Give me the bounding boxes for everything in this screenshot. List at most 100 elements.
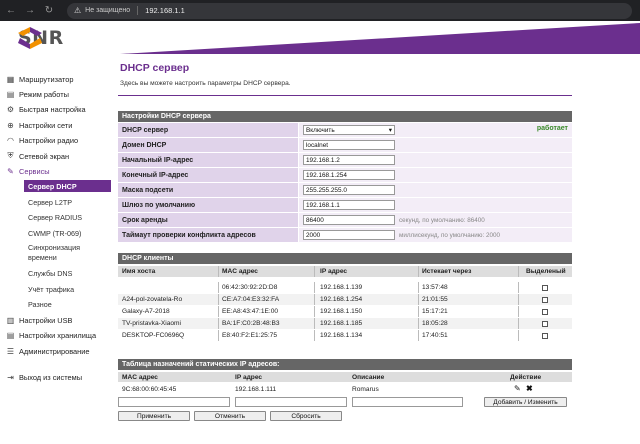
end-ip-input[interactable]: 192.168.1.254 (303, 170, 395, 180)
static-mac-input[interactable] (118, 397, 230, 407)
mac-cell: BA:1F:C0:2B:48:B3 (222, 320, 280, 327)
page-title: DHCP сервер (120, 62, 190, 74)
back-icon[interactable]: ← (6, 5, 16, 16)
dhcp-server-row: DHCP сервер Включить ▾ работает (118, 123, 572, 137)
sidebar-sub-radius[interactable]: Сервер RADIUS (24, 211, 111, 223)
ip-cell: 192.168.1.185 (320, 320, 363, 327)
delete-icon[interactable]: ✖ (526, 384, 533, 393)
ip-cell: 192.168.1.134 (320, 332, 363, 339)
sidebar-sub-l2tp[interactable]: Сервер L2TP (24, 196, 111, 208)
sidebar-sub-dns[interactable]: Службы DNS (24, 267, 111, 279)
sidebar-item-mode[interactable]: ▤ Режим работы (0, 87, 111, 101)
mask-row: Маска подсети 255.255.255.0 (118, 183, 572, 197)
sidebar-item-admin[interactable]: ☰ Администрирование (0, 344, 111, 358)
reset-button[interactable]: Сбросить (270, 411, 342, 421)
reserve-checkbox[interactable] (542, 296, 548, 303)
clients-header: DHCP клиенты (118, 253, 572, 264)
warning-icon[interactable]: ⚠ (74, 6, 81, 15)
sidebar-item-network[interactable]: ⊕ Настройки сети (0, 118, 111, 132)
forward-icon[interactable]: → (25, 5, 35, 16)
lease-input[interactable]: 86400 (303, 215, 395, 225)
mac-cell: 06:42:30:92:2D:D8 (222, 284, 278, 291)
column-header: MAC адрес (122, 373, 158, 381)
wifi-icon: ◠ (7, 135, 14, 145)
sidebar-sub-time-sync-2[interactable]: времени (24, 252, 111, 263)
sidebar-item-quick-setup[interactable]: ⚙ Быстрая настройка (0, 102, 111, 116)
reserve-checkbox[interactable] (542, 308, 548, 315)
sidebar-item-services[interactable]: ✎ Сервисы (0, 164, 111, 178)
header-purple-band (120, 23, 640, 54)
static-ip-input[interactable] (235, 397, 347, 407)
cancel-button[interactable]: Отменить (194, 411, 266, 421)
sidebar-sub-traffic[interactable]: Учёт трафика (24, 283, 111, 295)
sidebar-item-label: Режим работы (19, 89, 69, 99)
sidebar-sub-cwmp[interactable]: CWMP (TR-069) (24, 227, 111, 239)
sidebar-item-label: Настройки сети (19, 120, 73, 130)
mac-cell: E8:40:F2:E1:25:75 (222, 332, 277, 339)
sidebar-item-storage[interactable]: ▤ Настройки хранилища (0, 328, 111, 342)
static-row: 9C:68:00:60:45:45 192.168.1.111 Romarus … (118, 384, 572, 394)
sidebar-item-router[interactable]: ▦ Маршрутизатор (0, 72, 111, 86)
hostname-cell: A24-pol-zovatela-Ro (122, 296, 183, 303)
dhcp-server-select-value: Включить (306, 126, 335, 134)
expires-cell: 21:01:55 (422, 296, 448, 303)
main-content: DHCP сервер Здесь вы можете настроить па… (112, 54, 640, 444)
reserve-checkbox[interactable] (542, 320, 548, 327)
dhcp-server-select[interactable]: Включить ▾ (303, 125, 395, 135)
domain-input[interactable]: localnet (303, 140, 395, 150)
logout-icon: ⇥ (7, 372, 14, 382)
header: SNR (0, 21, 640, 54)
sidebar-item-usb[interactable]: ▥ Настройки USB (0, 313, 111, 327)
security-label: Не защищено (85, 7, 131, 14)
address-bar[interactable]: ⚠ Не защищено 192.168.1.1 (67, 2, 632, 19)
mask-label: Маска подсети (118, 183, 298, 197)
reload-icon[interactable]: ↻ (44, 5, 54, 16)
column-header: Выделеный (526, 268, 566, 275)
sidebar-item-radio[interactable]: ◠ Настройки радио (0, 133, 111, 147)
hostname-cell: DESKTOP-FC0696Q (122, 332, 185, 339)
end-ip-row: Конечный IP-адрес 192.168.1.254 (118, 168, 572, 182)
mac-cell: CE:A7:04:E3:32:FA (222, 296, 280, 303)
ip-cell: 192.168.1.254 (320, 296, 363, 303)
sidebar-sub-dhcp[interactable]: Сервер DHCP (24, 180, 111, 192)
sidebar-item-logout[interactable]: ⇥ Выход из системы (0, 370, 111, 384)
sidebar-item-label: Настройки USB (19, 315, 73, 325)
column-header: IP адрес (320, 268, 348, 275)
timeout-row: Таймаут проверки конфликта адресов 2000 … (118, 228, 572, 242)
static-mac-cell: 9C:68:00:60:45:45 (122, 385, 177, 393)
dhcp-server-label: DHCP сервер (118, 123, 298, 137)
dashboard-icon: ▦ (6, 74, 15, 84)
timeout-label: Таймаут проверки конфликта адресов (118, 228, 298, 242)
lease-hint: секунд, по умолчанию: 86400 (399, 216, 485, 224)
ip-cell: 192.168.1.150 (320, 308, 363, 315)
chevron-down-icon: ▾ (388, 127, 392, 134)
reserve-checkbox[interactable] (542, 332, 548, 339)
sidebar-item-label: Сервисы (19, 166, 50, 176)
table-row: A24-pol-zovatela-Ro CE:A7:04:E3:32:FA 19… (118, 294, 572, 305)
settings-header: Настройки DHCP сервера (118, 111, 572, 122)
browser-toolbar: ← → ↻ ⚠ Не защищено 192.168.1.1 (0, 0, 640, 21)
sidebar-item-label: Администрирование (19, 346, 90, 356)
page-description: Здесь вы можете настроить параметры DHCP… (120, 80, 291, 87)
gateway-input[interactable]: 192.168.1.1 (303, 200, 395, 210)
sidebar-item-firewall[interactable]: ⛨ Сетевой экран (0, 149, 111, 163)
edit-icon[interactable]: ✎ (514, 384, 521, 393)
timeout-input[interactable]: 2000 (303, 230, 395, 240)
expires-cell: 17:40:51 (422, 332, 448, 339)
start-ip-input[interactable]: 192.168.1.2 (303, 155, 395, 165)
column-header: Описание (352, 373, 385, 381)
expires-cell: 15:17:21 (422, 308, 448, 315)
lease-row: Срок аренды 86400 секунд, по умолчанию: … (118, 213, 572, 227)
sidebar-item-label: Выход из системы (19, 372, 83, 382)
mode-icon: ▤ (6, 89, 15, 99)
column-header: Имя хоста (122, 268, 156, 275)
table-row: TV-pristavka-Xiaomi BA:1F:C0:2B:48:B3 19… (118, 318, 572, 329)
reserve-checkbox[interactable] (542, 284, 548, 291)
expires-cell: 13:57:48 (422, 284, 448, 291)
add-edit-button[interactable]: Добавить / Изменить (484, 397, 567, 407)
sidebar-item-label: Настройки хранилища (19, 330, 97, 340)
mask-input[interactable]: 255.255.255.0 (303, 185, 395, 195)
static-desc-input[interactable] (352, 397, 463, 407)
sidebar-sub-misc[interactable]: Разное (24, 298, 111, 310)
apply-button[interactable]: Применить (118, 411, 190, 421)
